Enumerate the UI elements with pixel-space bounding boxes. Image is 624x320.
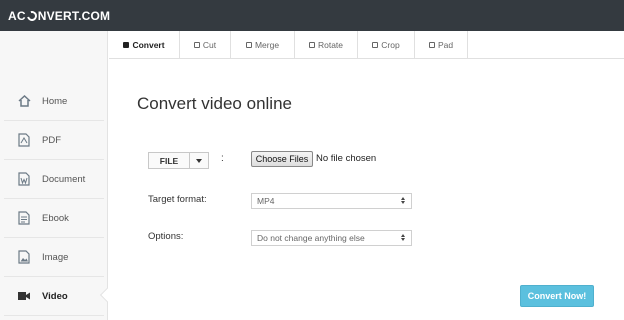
target-format-value: MP4 (257, 196, 275, 206)
sidebar-item-pdf[interactable]: PDF (4, 121, 104, 160)
tab-label: Cut (202, 40, 217, 50)
ebook-icon (16, 210, 32, 226)
logo-text-left: AC (8, 8, 26, 23)
sidebar-item-image[interactable]: Image (4, 238, 104, 277)
select-arrows-icon (401, 234, 405, 241)
file-source-dropdown-toggle[interactable] (190, 152, 209, 169)
tab-label: Crop (381, 40, 400, 50)
checkbox-icon (372, 42, 379, 48)
file-colon: : (221, 153, 224, 164)
sidebar-item-label: Image (42, 251, 69, 263)
convert-now-button[interactable]: Convert Now! (520, 285, 594, 307)
target-format-label: Target format: (148, 194, 207, 205)
logo-ring-icon (24, 8, 39, 23)
checkbox-icon (245, 42, 252, 48)
tab-cut[interactable]: Cut (180, 31, 231, 59)
sidebar-item-label: PDF (42, 134, 61, 146)
options-select[interactable]: Do not change anything else (251, 230, 412, 246)
top-bar: AC NVERT.COM (0, 0, 624, 31)
file-source-button[interactable]: FILE (148, 152, 190, 169)
options-label: Options: (148, 231, 184, 242)
tool-tabs: Convert Cut Merge Rotate Crop Pad (109, 31, 624, 59)
logo-text-right: NVERT.COM (37, 8, 111, 23)
page-title: Convert video online (137, 94, 292, 113)
tab-label: Merge (254, 40, 280, 50)
sidebar-item-label: Document (42, 173, 86, 185)
caret-down-icon (196, 158, 202, 163)
pdf-file-icon (16, 132, 32, 148)
choose-files-button[interactable]: Choose Files (251, 151, 313, 167)
sidebar-item-document[interactable]: Document (4, 160, 104, 199)
sidebar: Home PDF Document Ebook Image Video (0, 31, 108, 320)
tab-convert[interactable]: Convert (109, 31, 180, 59)
sidebar-item-ebook[interactable]: Ebook (4, 199, 104, 238)
tab-pad[interactable]: Pad (415, 31, 468, 59)
sidebar-item-label: Home (42, 95, 68, 107)
tab-crop[interactable]: Crop (358, 31, 415, 59)
sidebar-item-video[interactable]: Video (4, 277, 104, 316)
video-camera-icon (16, 288, 32, 304)
checkbox-icon (428, 42, 435, 48)
site-logo[interactable]: AC NVERT.COM (8, 0, 110, 31)
word-document-icon (16, 171, 32, 187)
select-arrows-icon (401, 197, 405, 204)
target-format-select[interactable]: MP4 (251, 193, 412, 209)
tab-label: Convert (132, 40, 165, 50)
no-file-chosen-text: No file chosen (316, 153, 377, 164)
checkbox-icon (193, 42, 200, 48)
options-value: Do not change anything else (257, 233, 365, 243)
checkbox-icon (308, 42, 315, 48)
tab-merge[interactable]: Merge (231, 31, 295, 59)
tab-rotate[interactable]: Rotate (295, 31, 358, 59)
home-icon (16, 93, 32, 109)
sidebar-item-label: Video (42, 290, 68, 302)
checkbox-icon (123, 42, 130, 48)
tab-label: Rotate (317, 40, 344, 50)
sidebar-item-home[interactable]: Home (4, 82, 104, 121)
sidebar-item-label: Ebook (42, 212, 69, 224)
image-icon (16, 249, 32, 265)
tab-label: Pad (437, 40, 454, 50)
